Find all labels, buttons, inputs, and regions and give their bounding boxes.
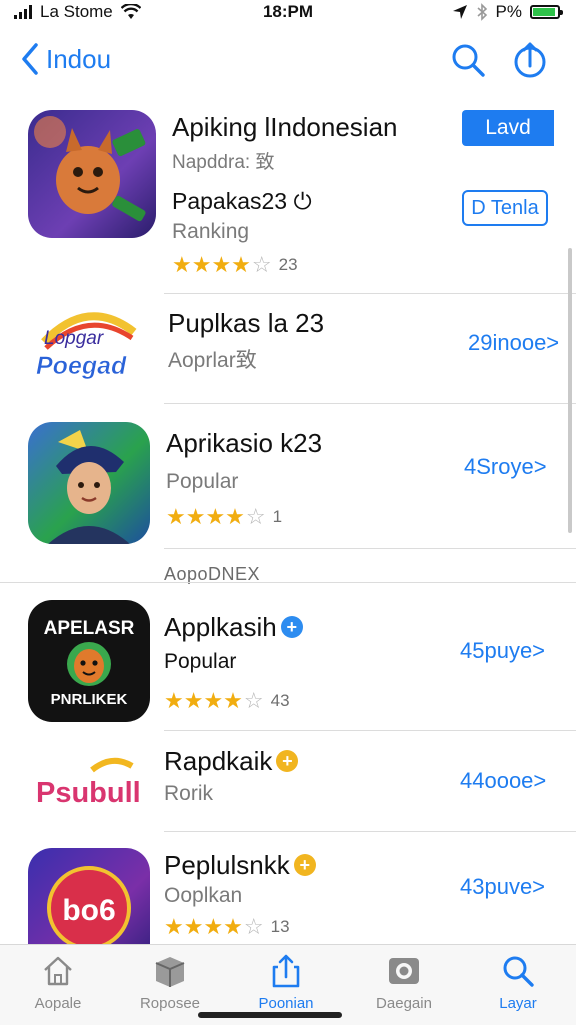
app-icon: APELASR PNRLIKEK <box>28 600 150 722</box>
app-icon: bo6 <box>28 848 150 944</box>
divider <box>164 831 576 832</box>
rating-stars: ★★★★ ☆ 1 <box>166 504 283 529</box>
app-icon <box>28 422 150 544</box>
tab-share[interactable]: Poonian <box>238 953 334 1012</box>
app-title-text: Applkasih <box>164 612 277 642</box>
plus-badge-icon: + <box>276 750 299 772</box>
share-icon <box>272 954 300 988</box>
app-icon: Psubull <box>32 756 144 816</box>
app-subtitle: Rorik <box>164 782 214 805</box>
app-title: Rapdkaik + <box>164 746 299 777</box>
home-indicator[interactable] <box>198 1012 342 1018</box>
list-item[interactable]: Lopgar Poegad Puplkas la 23 Aoprlar致 29i… <box>0 294 576 404</box>
rating-stars: ★★★★ ☆ 13 <box>164 914 290 939</box>
rating-count: 13 <box>270 917 290 936</box>
rating-count: 23 <box>278 255 298 274</box>
scrollbar[interactable] <box>568 248 572 533</box>
icon-text: Poegad <box>36 352 127 380</box>
icon-text: Psubull <box>36 777 141 809</box>
app-action-link[interactable]: 44oooe> <box>460 768 546 794</box>
app-title: Apiking lIndonesian <box>172 112 398 142</box>
list-item[interactable]: Aprikasio k23 Popular ★★★★ ☆ 1 4Sroye> <box>0 404 576 548</box>
tab-design[interactable]: Daegain <box>356 953 452 1012</box>
app-category: Ranking <box>172 220 250 243</box>
app-subtitle: Popular <box>164 650 237 673</box>
status-bar: La Stome 18:PM P% <box>0 0 576 26</box>
app-title: Puplkas la 23 <box>168 308 325 338</box>
get-button[interactable]: Lavd <box>462 110 554 146</box>
divider <box>164 730 576 731</box>
back-label: Indou <box>46 43 112 74</box>
list-item[interactable]: bo6 Peplulsnkk + Ooplkan ★★★★ ☆ 13 43puve> <box>0 834 576 944</box>
tab-label: Layar <box>499 995 537 1012</box>
rating-count: 43 <box>270 691 290 710</box>
plus-badge-icon: + <box>280 616 303 638</box>
app-action-link[interactable]: 4Sroye> <box>464 454 547 480</box>
app-action-link[interactable]: 29inooe> <box>468 330 559 356</box>
search-icon[interactable] <box>449 41 487 79</box>
tab-search[interactable]: Layar <box>470 953 566 1012</box>
app-icon <box>28 110 156 238</box>
battery-percent: P% <box>495 2 522 21</box>
app-title: Applkasih + <box>164 612 303 643</box>
app-icon: Lopgar Poegad <box>30 302 146 394</box>
app-secondary-title: Papakas23 ⏻ <box>172 188 312 214</box>
app-list: Apiking lIndonesian Napddra: 致 Papakas23… <box>0 98 576 944</box>
bluetooth-icon <box>477 3 487 21</box>
chevron-left-icon <box>22 43 38 75</box>
tab-label: Roposee <box>139 995 201 1012</box>
plus-badge-icon: + <box>293 854 316 876</box>
back-button[interactable]: Indou <box>20 42 111 76</box>
tab-apps[interactable]: Aopale <box>10 953 106 1012</box>
list-item[interactable]: Psubull Rapdkaik + Rorik 44oooe> <box>0 732 576 832</box>
app-subtitle: Aoprlar致 <box>168 349 257 372</box>
icon-text: bo6 <box>62 894 115 927</box>
app-title: Aprikasio k23 <box>166 428 323 458</box>
location-icon <box>452 5 467 19</box>
box-icon <box>155 957 185 987</box>
divider <box>0 582 576 583</box>
app-subtitle: Popular <box>166 470 239 493</box>
list-item[interactable]: Apiking lIndonesian Napddra: 致 Papakas23… <box>0 98 576 294</box>
tab-label: Aopale <box>34 995 82 1012</box>
tab-label: Poonian <box>258 995 314 1012</box>
app-action-link[interactable]: 45puye> <box>460 638 545 664</box>
camera-icon <box>389 958 419 984</box>
app-title: Peplulsnkk + <box>164 850 316 881</box>
icon-text: PNRLIKEK <box>51 691 128 708</box>
rating-stars: ★★★★ ☆ 23 <box>172 252 298 277</box>
divider <box>164 548 576 549</box>
icon-text: Lopgar <box>44 328 104 349</box>
app-title-text: Peplulsnkk <box>164 850 290 880</box>
app-title-text: Rapdkaik <box>164 746 273 776</box>
list-item[interactable]: APELASR PNRLIKEK Applkasih + Popular ★★★★… <box>0 584 576 730</box>
app-subtitle: Napddra: 致 <box>172 152 275 173</box>
detail-button[interactable]: D Tenla <box>462 190 548 226</box>
search-icon <box>503 956 534 987</box>
share-icon[interactable] <box>511 41 549 79</box>
rating-stars: ★★★★ ☆ 43 <box>164 688 290 713</box>
tab-purchased[interactable]: Roposee <box>122 953 218 1012</box>
rating-count: 1 <box>272 507 283 526</box>
tab-label: Daegain <box>376 995 432 1012</box>
icon-text: APELASR <box>44 618 135 639</box>
battery-icon <box>530 5 563 19</box>
home-icon <box>44 956 72 986</box>
app-subtitle: Ooplkan <box>164 884 243 907</box>
app-action-link[interactable]: 43puve> <box>460 874 545 900</box>
navigation-bar: Indou <box>0 34 576 90</box>
